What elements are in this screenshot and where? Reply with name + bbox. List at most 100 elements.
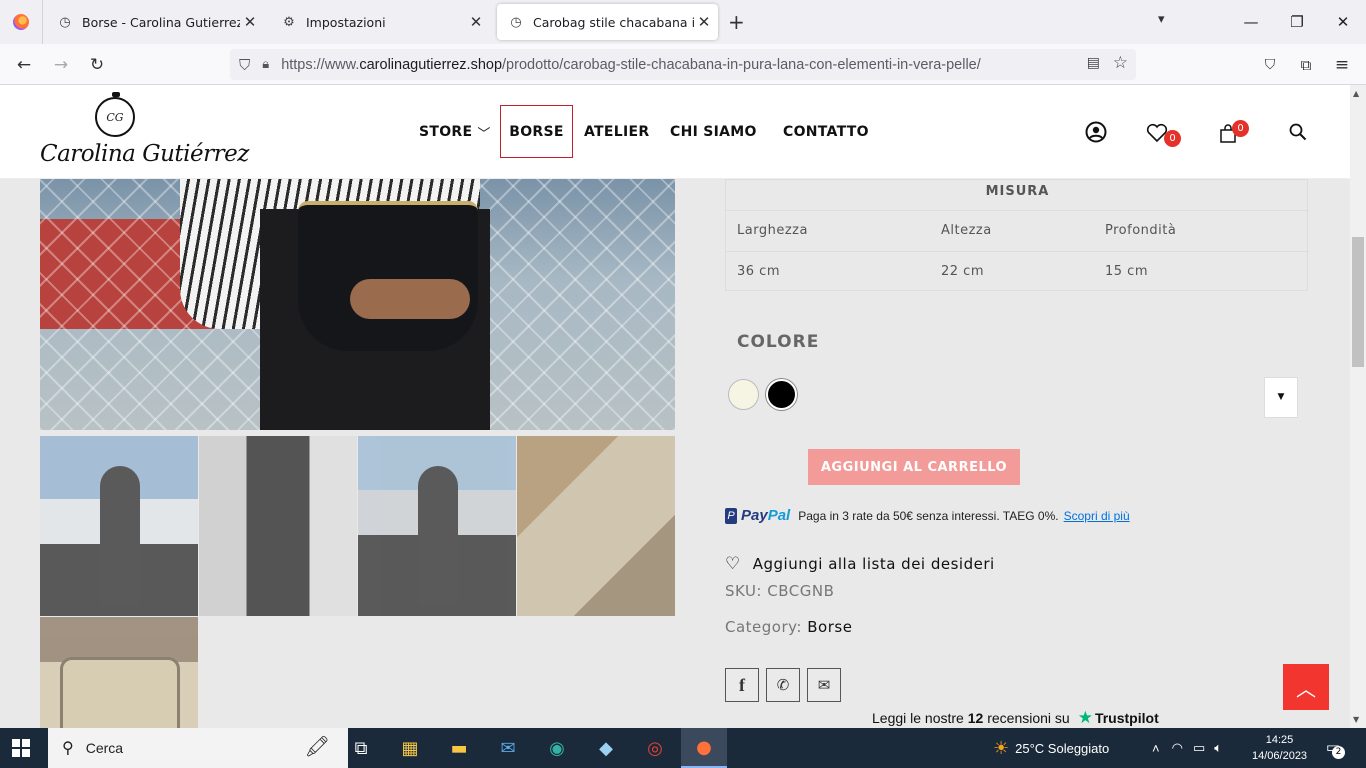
scrollbar-thumb[interactable] <box>1352 237 1364 367</box>
share-facebook-button[interactable]: f <box>725 668 759 702</box>
size-table-heading: MISURA <box>985 184 1050 199</box>
taskbar-search-placeholder: Cerca <box>85 740 124 756</box>
tab-carobag[interactable]: ◷ Carobag stile chacabana in pura lana ✕ <box>497 4 718 40</box>
close-tab-icon[interactable]: ✕ <box>240 13 260 31</box>
trustpilot-count: 12 <box>967 710 984 726</box>
extensions-icon[interactable]: ⧉ <box>1294 53 1318 77</box>
menu-borse[interactable]: BORSE <box>500 105 573 158</box>
url-text[interactable]: https://www.carolinagutierrez.shop/prodo… <box>281 57 981 73</box>
task-view-icon[interactable]: ⧉ <box>338 728 384 768</box>
pocket-icon[interactable]: ⛉ <box>1258 53 1282 77</box>
tab-title: Borse - Carolina Gutierrez Atelier <box>82 14 240 30</box>
clock[interactable]: 14:25 14/06/2023 <box>1252 732 1307 764</box>
category-text: Category: Borse <box>725 618 853 636</box>
scroll-to-top-button[interactable]: ︿ <box>1283 664 1329 710</box>
lock-icon[interactable]: 🔒︎ <box>262 57 269 72</box>
add-to-cart-button[interactable]: AGGIUNGI AL CARRELLO <box>808 449 1020 485</box>
menu-atelier[interactable]: ATELIER <box>584 85 649 179</box>
weather-widget[interactable]: ☀ 25°C Soleggiato <box>993 728 1109 768</box>
add-to-wishlist-link[interactable]: ♡ Aggiungi alla lista dei desideri <box>725 554 995 574</box>
mail-icon[interactable]: ✉ <box>485 728 531 768</box>
firefox-taskbar-icon[interactable]: ● <box>681 728 727 768</box>
windows-start-icon[interactable] <box>12 739 30 757</box>
color-swatch-black[interactable] <box>766 379 797 410</box>
edge-icon[interactable]: ◉ <box>534 728 580 768</box>
wishlist-label: Aggiungi alla lista dei desideri <box>752 555 995 573</box>
back-icon[interactable]: ← <box>12 53 36 77</box>
chevron-down-icon[interactable]: ▾ <box>1158 12 1165 27</box>
trustpilot-widget[interactable]: Leggi le nostre 12 recensioni su ★ Trust… <box>872 708 1159 728</box>
product-main-image[interactable] <box>40 179 675 430</box>
menu-chi-siamo[interactable]: CHI SIAMO <box>670 85 757 179</box>
minimize-icon[interactable]: — <box>1228 0 1274 44</box>
facebook-icon: f <box>739 674 745 695</box>
menu-store[interactable]: STORE ﹀ <box>419 85 490 179</box>
category-link[interactable]: Borse <box>807 618 852 636</box>
size-labels-row: Larghezza Altezza Profondità <box>726 210 1309 250</box>
trustpilot-prefix: Leggi le nostre <box>872 710 964 726</box>
restore-icon[interactable]: ❐ <box>1274 0 1320 44</box>
notifications-icon[interactable]: ▭2 <box>1323 738 1345 759</box>
size-table: MISURA Larghezza Altezza Profondità 36 c… <box>725 179 1309 291</box>
bookmark-star-icon[interactable]: ☆ <box>1113 53 1128 73</box>
gallery-thumbnail[interactable] <box>199 436 357 616</box>
app-menu-icon[interactable]: ≡ <box>1330 53 1354 77</box>
reload-icon[interactable]: ↻ <box>85 53 109 77</box>
bag-photo <box>298 201 478 351</box>
paypal-learn-more-link[interactable]: Scopri di più <box>1064 509 1130 523</box>
taskbar-search[interactable]: ⚲ Cerca 🖍 <box>48 728 348 768</box>
notes-app-icon[interactable]: ◆ <box>583 728 629 768</box>
close-window-icon[interactable]: ✕ <box>1320 0 1366 44</box>
search-highlight-icon: 🖍 <box>304 736 330 758</box>
system-tray: ˄ ◠ ▭ 🔈︎ <box>1152 728 1222 768</box>
share-email-button[interactable]: ✉ <box>807 668 841 702</box>
trustpilot-brand: Trustpilot <box>1094 710 1159 726</box>
wifi-icon[interactable]: ◠ <box>1172 740 1183 756</box>
paypal-logo-icon: P <box>725 507 737 524</box>
tab-impostazioni[interactable]: ⚙ Impostazioni ✕ <box>270 4 490 40</box>
shield-icon[interactable]: ⛉ <box>239 56 250 74</box>
gallery-thumbnail[interactable] <box>358 436 516 616</box>
reader-view-icon[interactable]: ▤ <box>1087 55 1100 71</box>
clock-date: 14/06/2023 <box>1252 750 1308 762</box>
share-whatsapp-button[interactable]: ✆ <box>766 668 800 702</box>
heart-icon: ♡ <box>725 554 741 574</box>
close-tab-icon[interactable]: ✕ <box>466 13 486 31</box>
value-altezza: 22 cm <box>941 264 984 279</box>
firefox-view-button[interactable] <box>0 0 43 44</box>
forward-icon[interactable]: → <box>49 53 73 77</box>
address-bar[interactable]: ⛉ 🔒︎ https://www.carolinagutierrez.shop/… <box>230 49 1136 80</box>
scroll-up-icon[interactable]: ▲ <box>1353 89 1359 98</box>
gallery-thumbnail[interactable] <box>40 617 198 728</box>
site-icon: ◷ <box>59 14 71 30</box>
clock-time: 14:25 <box>1265 734 1294 746</box>
chevron-up-icon[interactable]: ˄ <box>1152 741 1160 756</box>
battery-icon[interactable]: ▭ <box>1193 740 1205 756</box>
trustpilot-star-icon: ★ <box>1077 708 1093 727</box>
search-icon[interactable] <box>1289 122 1307 146</box>
volume-icon[interactable]: 🔈︎ <box>1214 740 1222 756</box>
paypal-installments: P PayPal Paga in 3 rate da 50€ senza int… <box>725 507 1130 524</box>
close-tab-icon[interactable]: ✕ <box>694 13 714 31</box>
whatsapp-icon: ✆ <box>776 676 790 694</box>
color-label: COLORE <box>737 332 820 352</box>
site-logo[interactable]: CG Carolina Gutiérrez <box>40 91 249 177</box>
tab-borse[interactable]: ◷ Borse - Carolina Gutierrez Atelier ✕ <box>46 4 264 40</box>
microsoft-store-icon[interactable]: ▦ <box>387 728 433 768</box>
new-tab-icon[interactable]: + <box>728 10 745 34</box>
variation-dropdown-button[interactable]: ▼ <box>1264 377 1298 418</box>
file-explorer-icon[interactable]: ▬ <box>436 728 482 768</box>
gallery-thumbnail[interactable] <box>40 436 198 616</box>
color-swatch-cream[interactable] <box>728 379 759 410</box>
account-icon[interactable] <box>1085 121 1107 148</box>
menu-contatto[interactable]: CONTATTO <box>783 85 869 179</box>
gallery-thumbnail[interactable] <box>517 436 675 616</box>
chrome-icon[interactable]: ◎ <box>632 728 678 768</box>
navigation-bar: ← → ↻ ⛉ 🔒︎ https://www.carolinagutierrez… <box>0 44 1366 85</box>
page-scrollbar[interactable]: ▲ ▼ <box>1350 85 1366 728</box>
label-profondita: Profondità <box>1105 223 1177 238</box>
weather-text: 25°C Soleggiato <box>1015 740 1110 756</box>
size-values-row: 36 cm 22 cm 15 cm <box>726 251 1309 291</box>
sku-text: SKU: CBCGNB <box>725 582 835 600</box>
scroll-down-icon[interactable]: ▼ <box>1353 715 1359 724</box>
